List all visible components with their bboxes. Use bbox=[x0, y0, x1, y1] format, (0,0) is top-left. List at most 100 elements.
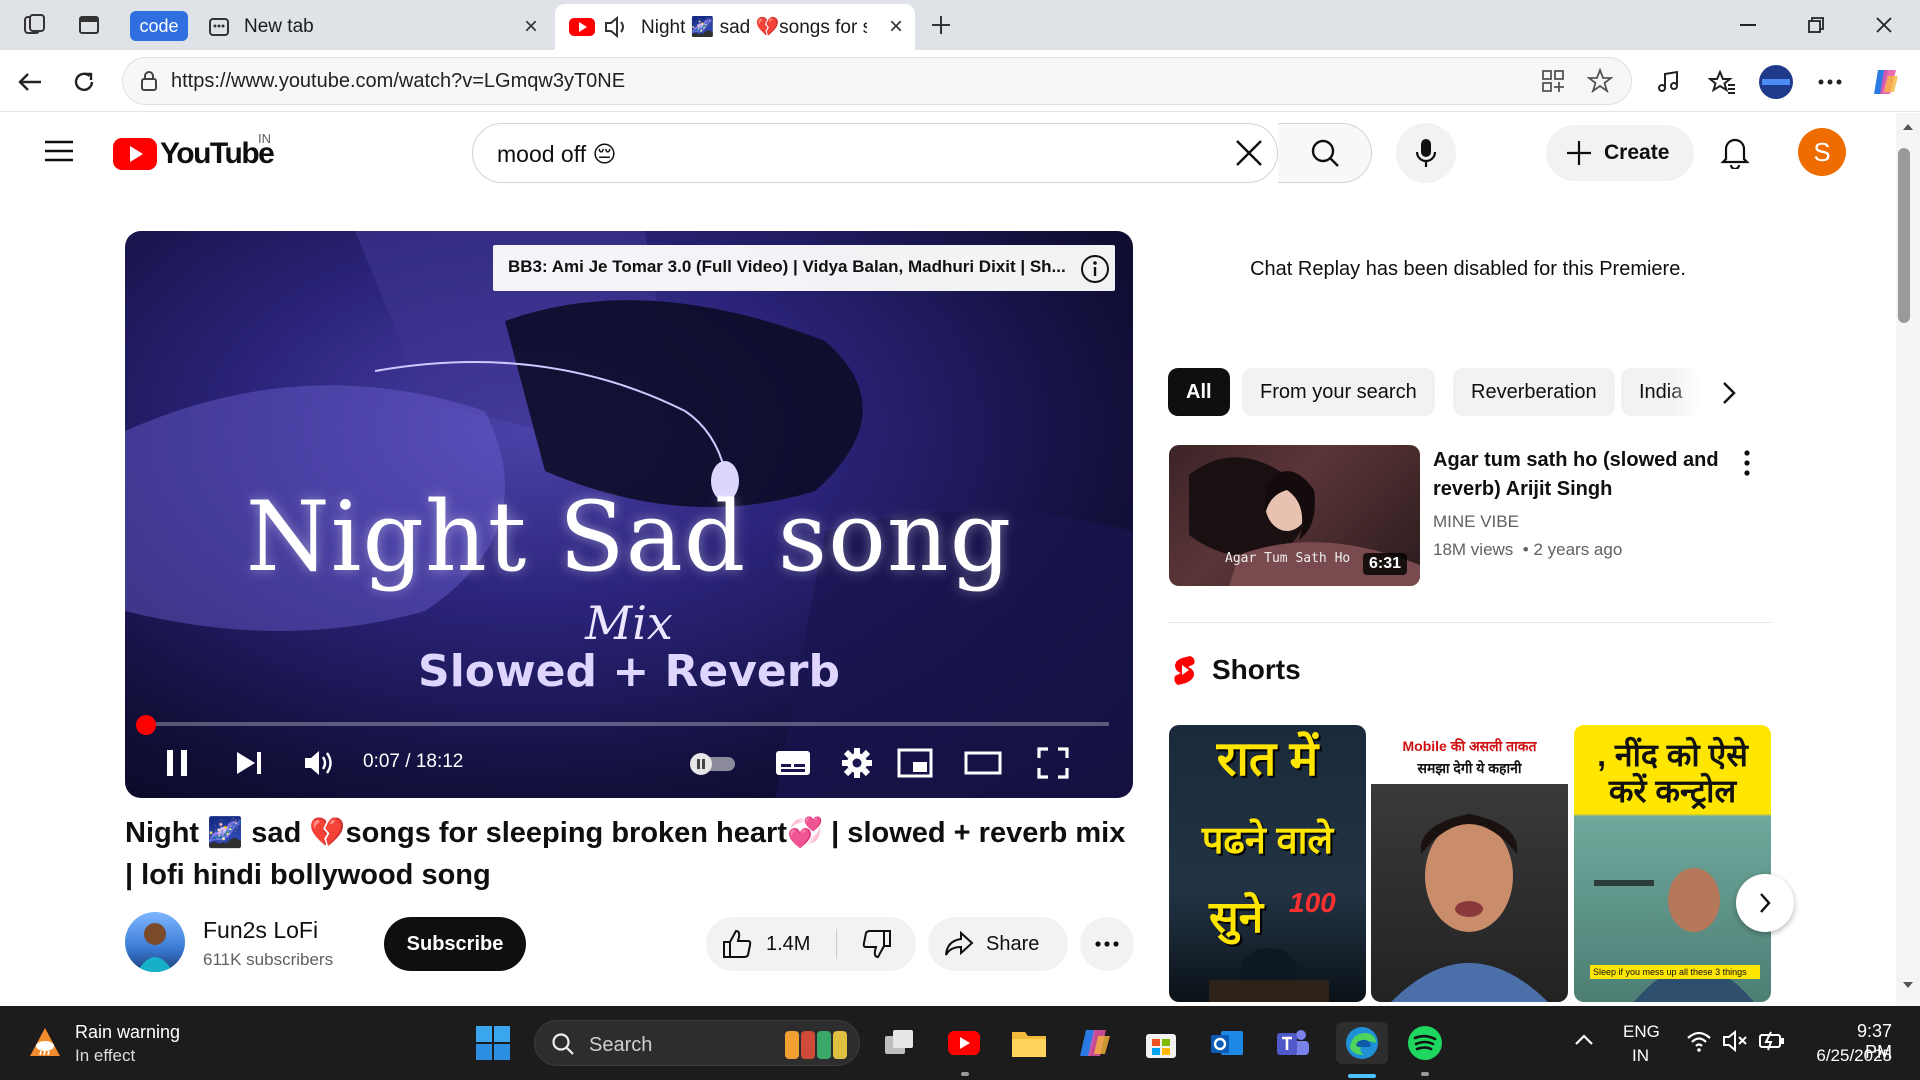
tab-group-label[interactable]: code bbox=[130, 11, 188, 41]
account-avatar[interactable]: S bbox=[1798, 128, 1846, 176]
clear-search-icon[interactable] bbox=[1235, 139, 1263, 167]
search-box[interactable]: mood off 😔 bbox=[472, 123, 1278, 183]
share-button[interactable]: Share bbox=[928, 917, 1068, 971]
settings-gear-icon[interactable] bbox=[835, 741, 879, 785]
notifications-bell-icon[interactable] bbox=[1720, 135, 1750, 169]
dislike-button[interactable] bbox=[837, 917, 916, 971]
shorts-next-button[interactable] bbox=[1736, 874, 1794, 932]
channel-avatar[interactable] bbox=[125, 912, 185, 972]
close-window-icon[interactable] bbox=[1852, 0, 1916, 50]
vertical-tabs-icon[interactable] bbox=[72, 8, 106, 42]
recommended-video-title[interactable]: Agar tum sath ho (slowed and reverb) Ari… bbox=[1433, 446, 1743, 504]
active-app-indicator bbox=[1348, 1074, 1376, 1078]
pause-icon[interactable] bbox=[155, 741, 199, 785]
profile-icon[interactable] bbox=[1756, 62, 1796, 102]
teams-icon[interactable] bbox=[1272, 1022, 1314, 1064]
lock-icon[interactable] bbox=[139, 70, 159, 92]
shorts-title: Shorts bbox=[1212, 654, 1301, 685]
media-control-icon[interactable] bbox=[1648, 62, 1688, 102]
short-caption: करें कन्ट्रोल bbox=[1608, 773, 1737, 809]
upload-age: • 2 years ago bbox=[1522, 540, 1623, 559]
app-available-icon[interactable] bbox=[1541, 69, 1565, 93]
chip-all[interactable]: All bbox=[1168, 368, 1230, 416]
theater-mode-icon[interactable] bbox=[961, 741, 1005, 785]
chip-reverberation[interactable]: Reverberation bbox=[1453, 368, 1615, 416]
copilot-icon[interactable] bbox=[1866, 62, 1906, 102]
autoplay-toggle[interactable] bbox=[685, 741, 741, 785]
miniplayer-icon[interactable] bbox=[893, 741, 937, 785]
new-tab-button[interactable] bbox=[924, 8, 958, 42]
tab-new-tab[interactable]: New tab × bbox=[198, 4, 550, 50]
address-bar[interactable]: https://www.youtube.com/watch?v=LGmqw3yT… bbox=[122, 57, 1632, 105]
workspaces-icon[interactable] bbox=[18, 8, 52, 42]
tab-youtube-video[interactable]: Night 🌌 sad 💔songs for sl × bbox=[555, 4, 915, 50]
youtube-logo[interactable]: YouTube bbox=[113, 137, 275, 171]
short-caption: Sleep if you mess up all these 3 things bbox=[1590, 965, 1760, 979]
chip-from-your-search[interactable]: From your search bbox=[1242, 368, 1435, 416]
create-button[interactable]: Create bbox=[1546, 125, 1694, 181]
close-tab-icon[interactable]: × bbox=[524, 15, 538, 39]
progress-scrubber[interactable] bbox=[136, 715, 156, 735]
search-input[interactable]: mood off 😔 bbox=[497, 141, 616, 168]
more-actions-button[interactable] bbox=[1080, 917, 1134, 971]
video-player[interactable]: BB3: Ami Je Tomar 3.0 (Full Video) | Vid… bbox=[125, 231, 1133, 798]
task-view-icon[interactable] bbox=[878, 1022, 920, 1064]
more-vertical-icon[interactable] bbox=[1744, 450, 1750, 476]
search-highlight-icon bbox=[785, 1031, 847, 1059]
short-card[interactable]: Mobile की असली ताकत समझा देगी ये कहानी bbox=[1371, 725, 1568, 1002]
windows-start-icon[interactable] bbox=[472, 1022, 514, 1064]
favorite-star-icon[interactable] bbox=[1587, 68, 1613, 94]
copilot-app-icon[interactable] bbox=[1074, 1022, 1116, 1064]
microsoft-store-icon[interactable] bbox=[1140, 1022, 1182, 1064]
spotify-icon[interactable] bbox=[1404, 1022, 1446, 1064]
outlook-icon[interactable] bbox=[1206, 1022, 1248, 1064]
language-indicator[interactable]: ENG bbox=[1623, 1022, 1660, 1042]
favorites-icon[interactable] bbox=[1702, 62, 1742, 102]
thumbnail-subtitle-text-2: Slowed + Reverb bbox=[418, 646, 840, 697]
taskbar-search[interactable]: Search bbox=[534, 1020, 860, 1066]
volume-muted-icon[interactable] bbox=[1722, 1030, 1748, 1052]
show-hidden-icons-chevron-icon[interactable] bbox=[1574, 1034, 1594, 1046]
search-button[interactable] bbox=[1278, 123, 1372, 183]
weather-warning-icon[interactable] bbox=[28, 1026, 62, 1058]
restore-icon[interactable] bbox=[1784, 0, 1848, 50]
youtube-app-icon[interactable] bbox=[943, 1022, 985, 1064]
close-tab-icon[interactable]: × bbox=[889, 15, 903, 39]
progress-bar[interactable] bbox=[149, 722, 1109, 726]
voice-search-button[interactable] bbox=[1396, 123, 1456, 183]
info-icon[interactable] bbox=[1080, 254, 1110, 284]
info-card[interactable]: BB3: Ami Je Tomar 3.0 (Full Video) | Vid… bbox=[493, 245, 1115, 291]
refresh-icon[interactable] bbox=[64, 62, 104, 102]
create-label: Create bbox=[1604, 141, 1670, 164]
scroll-down-icon[interactable] bbox=[1902, 981, 1914, 989]
recommended-channel-name[interactable]: MINE VIBE bbox=[1433, 512, 1519, 532]
channel-name[interactable]: Fun2s LoFi bbox=[203, 917, 318, 944]
scroll-up-icon[interactable] bbox=[1902, 123, 1914, 131]
search-icon bbox=[552, 1033, 574, 1055]
subtitles-icon[interactable] bbox=[771, 741, 815, 785]
fullscreen-icon[interactable] bbox=[1031, 741, 1075, 785]
youtube-logo-text: YouTube bbox=[160, 137, 275, 170]
menu-hamburger-icon[interactable] bbox=[44, 140, 74, 162]
thumbnail-title-text: Night Sad song bbox=[245, 481, 1013, 593]
wifi-icon[interactable] bbox=[1686, 1030, 1712, 1052]
scrollbar-thumb[interactable] bbox=[1898, 148, 1910, 323]
like-button[interactable]: 1.4M bbox=[706, 917, 836, 971]
battery-charging-icon[interactable] bbox=[1758, 1030, 1786, 1052]
volume-icon[interactable] bbox=[297, 741, 341, 785]
next-video-icon[interactable] bbox=[227, 741, 271, 785]
short-card[interactable]: , नींद को ऐसे करें कन्ट्रोल Sleep if you… bbox=[1574, 725, 1771, 1002]
chips-next-chevron-icon[interactable] bbox=[1722, 381, 1736, 405]
short-card[interactable]: रात में पढने वाले सुने 100 bbox=[1169, 725, 1366, 1002]
edge-browser-icon[interactable] bbox=[1336, 1022, 1388, 1064]
minimize-icon[interactable] bbox=[1716, 0, 1780, 50]
back-arrow-icon[interactable] bbox=[10, 62, 50, 102]
filter-chips: All From your search Reverberation India bbox=[1168, 368, 1748, 418]
settings-more-icon[interactable] bbox=[1810, 62, 1850, 102]
subscribe-button[interactable]: Subscribe bbox=[384, 917, 526, 971]
view-count: 18M views bbox=[1433, 540, 1514, 559]
weather-title[interactable]: Rain warning bbox=[75, 1022, 180, 1043]
file-explorer-icon[interactable] bbox=[1008, 1022, 1050, 1064]
clock-date[interactable]: 6/25/2025 bbox=[1806, 1046, 1892, 1066]
speaker-icon[interactable] bbox=[603, 15, 629, 39]
